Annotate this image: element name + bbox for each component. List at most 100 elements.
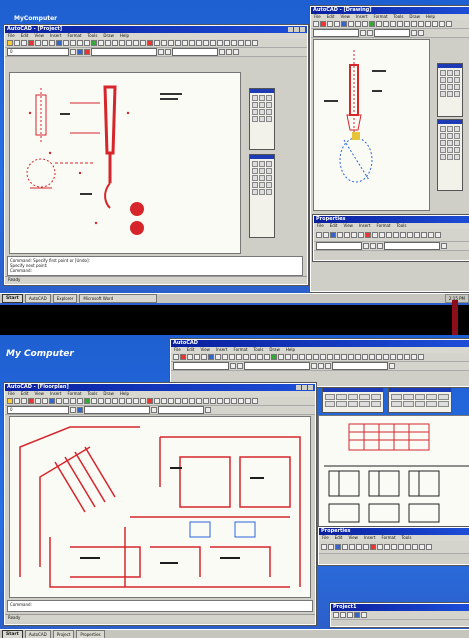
menu-item-tools[interactable]: Tools bbox=[88, 391, 98, 397]
menu-item-edit[interactable]: Edit bbox=[330, 223, 338, 229]
window-title[interactable]: Project1 bbox=[331, 604, 469, 611]
menu-item-file[interactable]: File bbox=[8, 391, 15, 397]
menu-item-edit[interactable]: Edit bbox=[335, 535, 343, 541]
menu-item-view[interactable]: View bbox=[348, 535, 358, 541]
menu-item-edit[interactable]: Edit bbox=[21, 391, 29, 397]
drawing-canvas[interactable] bbox=[9, 72, 241, 254]
menu-item-file[interactable]: File bbox=[314, 14, 321, 20]
bottom-screenshot: My Computer AutoCAD File Edit View Insert Fo… bbox=[0, 335, 469, 638]
window-title[interactable]: AutoCAD bbox=[171, 340, 469, 347]
toolbar-standard[interactable] bbox=[5, 39, 307, 48]
menu-item-insert[interactable]: Insert bbox=[359, 223, 370, 229]
menu-item-tools[interactable]: Tools bbox=[394, 14, 404, 20]
menu-item-file[interactable]: File bbox=[8, 33, 15, 39]
menu-item-format[interactable]: Format bbox=[376, 223, 390, 229]
toolbar-layers[interactable] bbox=[311, 29, 469, 38]
menu-item-format[interactable]: Format bbox=[67, 33, 81, 39]
tool-palette-1[interactable] bbox=[249, 88, 275, 150]
tool-palette[interactable] bbox=[437, 119, 463, 191]
taskbar-item[interactable]: Microsoft Word bbox=[79, 294, 158, 303]
menu-item-insert[interactable]: Insert bbox=[356, 14, 367, 20]
toolbar[interactable] bbox=[311, 20, 469, 29]
taskbar-item[interactable]: Explorer bbox=[52, 294, 78, 303]
properties-window: Properties File Edit View Insert Format Tools bbox=[313, 215, 469, 261]
window-title[interactable]: AutoCAD - [Floorplan] bbox=[5, 384, 315, 391]
status-bar: Ready bbox=[5, 276, 307, 284]
separator-accent bbox=[452, 300, 458, 340]
command-line[interactable]: Command: bbox=[7, 600, 313, 612]
menu-item-format[interactable]: Format bbox=[381, 535, 395, 541]
toolbar-layers[interactable]: 0 bbox=[5, 406, 315, 415]
taskbar: Start AutoCAD Project Properties bbox=[0, 629, 469, 638]
menu-item-file[interactable]: File bbox=[322, 535, 329, 541]
menu-item-help[interactable]: Help bbox=[286, 347, 295, 353]
taskbar-item[interactable]: Properties bbox=[76, 630, 105, 638]
menu-item-draw[interactable]: Draw bbox=[103, 391, 113, 397]
taskbar-item[interactable]: Project bbox=[52, 630, 75, 638]
menu-item-format[interactable]: Format bbox=[67, 391, 81, 397]
menu-item-help[interactable]: Help bbox=[120, 391, 129, 397]
menu-item-tools[interactable]: Tools bbox=[254, 347, 264, 353]
layer-field[interactable]: 0 bbox=[7, 406, 69, 414]
properties-window: Properties File Edit View Insert Format Tools bbox=[318, 527, 469, 565]
main-cad-window: AutoCAD - [Project] File Edit View Insert Fo… bbox=[4, 25, 308, 285]
menu-item-view[interactable]: View bbox=[34, 33, 44, 39]
toolbar[interactable] bbox=[314, 242, 469, 251]
menu-item-view[interactable]: View bbox=[340, 14, 350, 20]
tool-palette[interactable] bbox=[388, 387, 452, 413]
toolbar[interactable] bbox=[319, 541, 469, 554]
menu-item-edit[interactable]: Edit bbox=[187, 347, 195, 353]
menu-item-file[interactable]: File bbox=[174, 347, 181, 353]
elevation-canvas[interactable] bbox=[318, 415, 469, 527]
window-title[interactable]: Properties bbox=[314, 216, 469, 223]
toolbar-layers[interactable]: 0 bbox=[5, 48, 307, 57]
menu-item-format[interactable]: Format bbox=[373, 14, 387, 20]
menu-item-edit[interactable]: Edit bbox=[327, 14, 335, 20]
window-controls[interactable] bbox=[296, 385, 313, 390]
window-title[interactable]: AutoCAD - [Drawing] bbox=[311, 7, 469, 14]
part-drawing bbox=[324, 50, 386, 183]
menu-item-draw[interactable]: Draw bbox=[269, 347, 279, 353]
toolbar-layers[interactable] bbox=[171, 362, 469, 371]
window-title[interactable]: AutoCAD - [Project] bbox=[5, 26, 307, 33]
menu-item-view[interactable]: View bbox=[200, 347, 210, 353]
menu-item-insert[interactable]: Insert bbox=[50, 391, 61, 397]
menu-item-help[interactable]: Help bbox=[120, 33, 129, 39]
menu-item-file[interactable]: File bbox=[317, 223, 324, 229]
menu-item-view[interactable]: View bbox=[34, 391, 44, 397]
menu-item-tools[interactable]: Tools bbox=[88, 33, 98, 39]
floorplan-drawing bbox=[19, 426, 301, 588]
menu-item-tools[interactable]: Tools bbox=[397, 223, 407, 229]
menu-item-insert[interactable]: Insert bbox=[50, 33, 61, 39]
start-button[interactable]: Start bbox=[2, 630, 23, 638]
taskbar: Start AutoCAD Explorer Microsoft Word 2:… bbox=[0, 293, 469, 303]
command-line[interactable]: Command: Specify first point or [Undo]: … bbox=[7, 256, 303, 276]
menu-item-help[interactable]: Help bbox=[426, 14, 435, 20]
menu-item-format[interactable]: Format bbox=[233, 347, 247, 353]
toolbar[interactable] bbox=[331, 611, 469, 620]
drawing-canvas[interactable] bbox=[9, 416, 311, 598]
window-controls[interactable] bbox=[288, 27, 305, 32]
start-button[interactable]: Start bbox=[2, 294, 23, 303]
toolbar[interactable] bbox=[171, 353, 469, 362]
top-screenshot: MyComputer AutoCAD - [Project] File Edit V… bbox=[0, 0, 469, 305]
tool-palette-2[interactable] bbox=[249, 154, 275, 238]
tool-palette[interactable] bbox=[437, 63, 463, 117]
menu-item-edit[interactable]: Edit bbox=[21, 33, 29, 39]
tool-palette[interactable] bbox=[322, 387, 384, 413]
taskbar-item[interactable]: AutoCAD bbox=[24, 294, 51, 303]
toolbar-standard[interactable] bbox=[5, 397, 315, 406]
menu-item-insert[interactable]: Insert bbox=[216, 347, 227, 353]
menu-item-draw[interactable]: Draw bbox=[409, 14, 419, 20]
menu-item-insert[interactable]: Insert bbox=[364, 535, 375, 541]
back-cad-window: AutoCAD File Edit View Insert Format Tools Dra… bbox=[170, 339, 469, 387]
menu-item-tools[interactable]: Tools bbox=[402, 535, 412, 541]
layer-field[interactable]: 0 bbox=[7, 48, 69, 56]
floorplan-window: AutoCAD - [Floorplan] File Edit View Insert… bbox=[4, 383, 316, 625]
window-title[interactable]: Properties bbox=[319, 528, 469, 535]
toolbar[interactable] bbox=[314, 229, 469, 242]
menu-item-draw[interactable]: Draw bbox=[103, 33, 113, 39]
menu-item-view[interactable]: View bbox=[343, 223, 353, 229]
drawing-canvas[interactable] bbox=[313, 39, 430, 211]
taskbar-item[interactable]: AutoCAD bbox=[24, 630, 51, 638]
